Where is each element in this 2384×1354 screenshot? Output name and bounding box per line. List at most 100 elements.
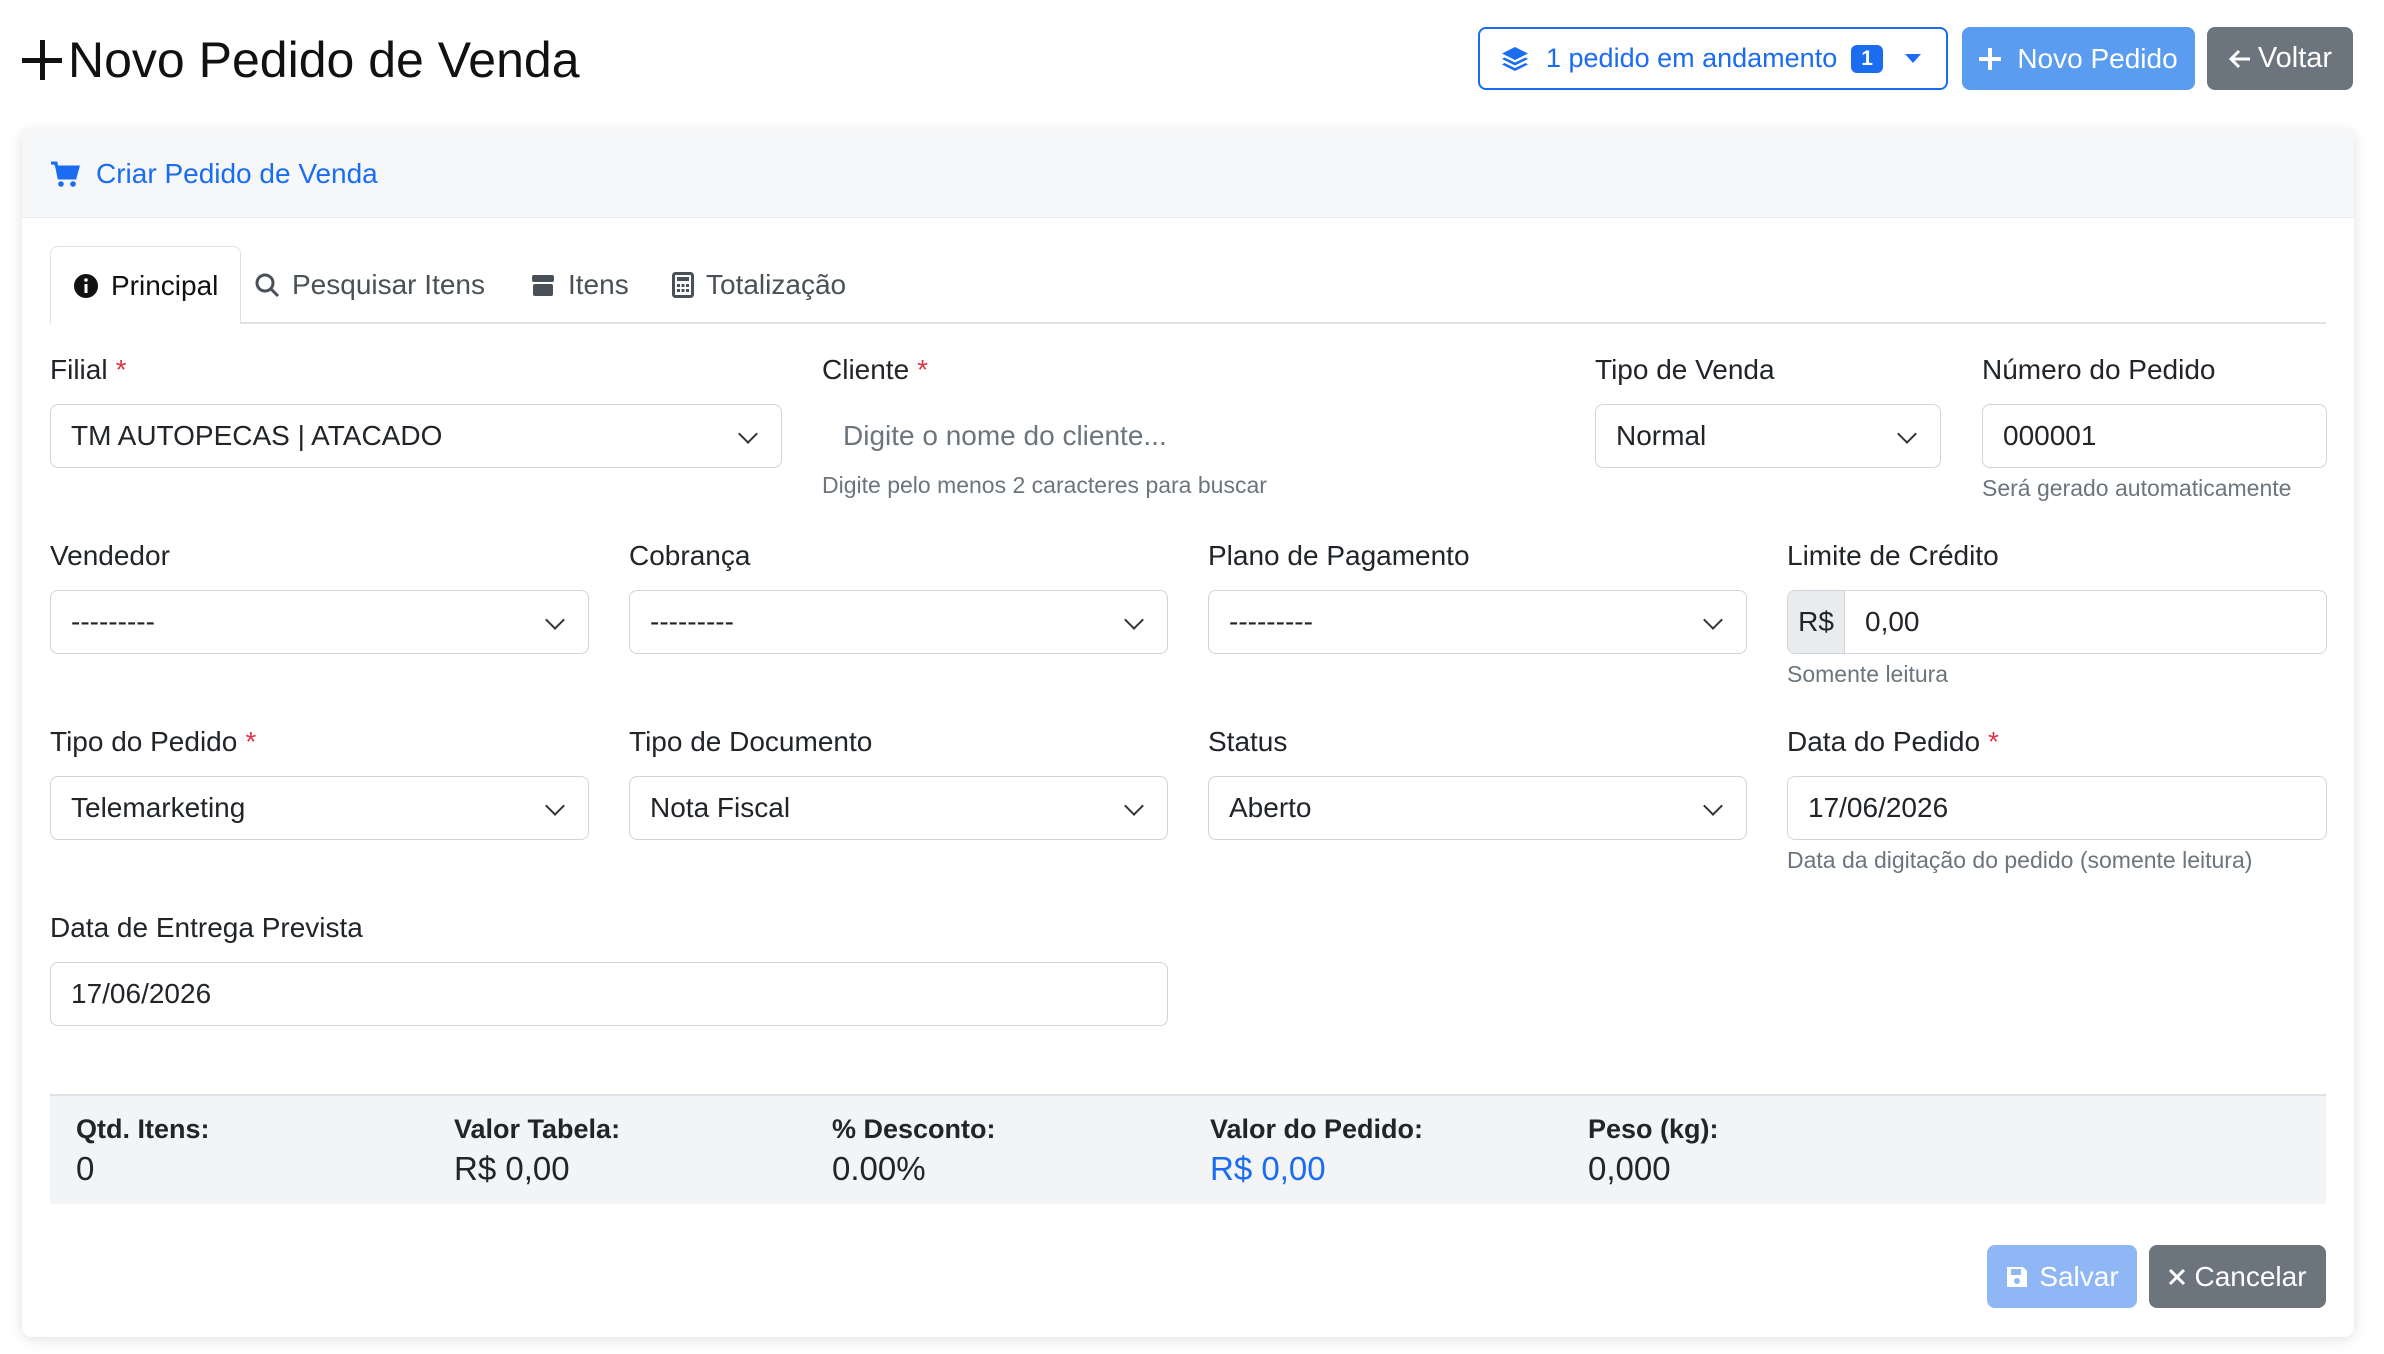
new-order-label: Novo Pedido (2017, 42, 2178, 74)
tipo-pedido-select[interactable]: Telemarketing (50, 776, 589, 840)
cliente-hint: Digite pelo menos 2 caracteres para busc… (822, 472, 1267, 498)
cancel-button[interactable]: Cancelar (2149, 1245, 2326, 1308)
tipo-venda-label: Tipo de Venda (1595, 354, 1775, 385)
page-title: Novo Pedido de Venda (20, 28, 580, 92)
tipo-documento-value: Nota Fiscal (650, 792, 791, 823)
valor-pedido-value: R$ 0,00 (1210, 1150, 1326, 1187)
chevron-down-icon (1897, 424, 1917, 444)
numero-pedido-hint: Será gerado automaticamente (1982, 475, 2292, 501)
valor-tabela-value: R$ 0,00 (454, 1150, 570, 1187)
calculator-icon (672, 272, 694, 298)
cobranca-label: Cobrança (629, 540, 751, 571)
chevron-down-icon (1124, 796, 1144, 816)
orders-in-progress-dropdown[interactable]: 1 pedido em andamento 1 (1478, 27, 1948, 90)
vendedor-label: Vendedor (50, 540, 170, 571)
chevron-down-icon (1124, 610, 1144, 630)
tab-label: Itens (568, 269, 629, 300)
orders-in-progress-label: 1 pedido em andamento (1546, 43, 1838, 73)
currency-addon: R$ (1788, 591, 1845, 653)
tipo-documento-label: Tipo de Documento (629, 726, 873, 757)
chevron-down-icon (1703, 610, 1723, 630)
filial-value: TM AUTOPECAS | ATACADO (71, 420, 443, 451)
layers-icon (1502, 46, 1528, 71)
limite-credito-label: Limite de Crédito (1787, 540, 1999, 571)
data-pedido-value: 17/06/2026 (1808, 792, 1949, 823)
card-title: Criar Pedido de Venda (96, 157, 378, 189)
tipo-pedido-value: Telemarketing (71, 792, 246, 823)
status-value: Aberto (1229, 792, 1312, 823)
plano-pagamento-value: --------- (1229, 606, 1313, 637)
save-button[interactable]: Salvar (1987, 1245, 2137, 1308)
search-icon (255, 273, 280, 298)
data-entrega-input[interactable]: 17/06/2026 (50, 962, 1168, 1026)
data-pedido-input[interactable]: 17/06/2026 (1787, 776, 2327, 840)
tab-itens[interactable]: Itens (508, 246, 651, 324)
peso-label: Peso (kg): (1588, 1114, 1719, 1144)
chevron-down-icon (545, 796, 565, 816)
limite-credito-input[interactable]: R$ 0,00 (1787, 590, 2327, 654)
cliente-label: Cliente * (822, 354, 929, 385)
valor-pedido-label: Valor do Pedido: (1210, 1114, 1424, 1144)
chevron-down-icon (738, 424, 758, 444)
tab-label: Totalização (706, 269, 847, 300)
arrow-left-icon (2228, 49, 2250, 68)
peso-value: 0,000 (1588, 1150, 1671, 1187)
status-label: Status (1208, 726, 1288, 757)
required-mark: * (115, 354, 127, 385)
tab-principal[interactable]: Principal (50, 246, 242, 324)
required-mark: * (1988, 726, 1999, 757)
info-circle-icon (74, 273, 98, 298)
cliente-placeholder: Digite o nome do cliente... (843, 420, 1167, 451)
desconto-label: % Desconto: (832, 1114, 996, 1144)
caret-down-icon (1904, 54, 1921, 63)
cliente-input[interactable]: Digite o nome do cliente... (822, 404, 1562, 468)
qtd-itens-label: Qtd. Itens: (76, 1114, 210, 1144)
numero-pedido-label: Número do Pedido (1982, 354, 2216, 385)
required-mark: * (245, 726, 257, 757)
cobranca-value: --------- (650, 606, 734, 637)
plus-icon (1979, 47, 2002, 70)
tab-label: Principal (111, 269, 219, 301)
tab-totalizacao[interactable]: Totalização (650, 246, 868, 324)
chevron-down-icon (1703, 796, 1723, 816)
totals-summary: Qtd. Itens: 0 Valor Tabela: R$ 0,00 % De… (50, 1094, 2326, 1204)
tipo-venda-select[interactable]: Normal (1595, 404, 1941, 468)
limite-credito-value: 0,00 (1865, 606, 1920, 637)
tipo-venda-value: Normal (1616, 420, 1707, 451)
order-card: Criar Pedido de Venda Principal Pesquisa… (22, 130, 2354, 1337)
data-pedido-label: Data do Pedido * (1787, 726, 1999, 757)
numero-pedido-value: 000001 (2003, 420, 2097, 451)
plano-pagamento-label: Plano de Pagamento (1208, 540, 1470, 571)
tab-label: Pesquisar Itens (292, 269, 485, 300)
filial-select[interactable]: TM AUTOPECAS | ATACADO (50, 404, 782, 468)
box-icon (532, 275, 554, 296)
tipo-documento-select[interactable]: Nota Fiscal (629, 776, 1168, 840)
save-label: Salvar (2039, 1260, 2119, 1292)
vendedor-value: --------- (71, 606, 155, 637)
data-pedido-hint: Data da digitação do pedido (somente lei… (1787, 847, 2253, 873)
new-order-button[interactable]: Novo Pedido (1962, 27, 2195, 90)
back-label: Voltar (2257, 42, 2333, 74)
cobranca-select[interactable]: --------- (629, 590, 1168, 654)
cart-icon (51, 161, 80, 187)
limite-credito-hint: Somente leitura (1787, 661, 1949, 687)
orders-count-badge: 1 (1851, 44, 1883, 73)
plus-icon (20, 38, 64, 82)
required-mark: * (917, 354, 929, 385)
filial-label: Filial * (50, 354, 127, 385)
desconto-value: 0.00% (832, 1150, 926, 1187)
tipo-pedido-label: Tipo do Pedido * (50, 726, 257, 757)
tab-pesquisar-itens[interactable]: Pesquisar Itens (232, 246, 507, 324)
plano-pagamento-select[interactable]: --------- (1208, 590, 1747, 654)
cancel-label: Cancelar (2194, 1260, 2307, 1292)
valor-tabela-label: Valor Tabela: (454, 1114, 621, 1144)
data-entrega-value: 17/06/2026 (71, 978, 212, 1009)
qtd-itens-value: 0 (76, 1150, 95, 1187)
back-button[interactable]: Voltar (2207, 27, 2353, 90)
status-select[interactable]: Aberto (1208, 776, 1747, 840)
numero-pedido-input[interactable]: 000001 (1982, 404, 2327, 468)
card-header: Criar Pedido de Venda (22, 130, 2354, 218)
page-title-text: Novo Pedido de Venda (68, 32, 580, 88)
save-icon (2007, 1266, 2028, 1287)
vendedor-select[interactable]: --------- (50, 590, 589, 654)
